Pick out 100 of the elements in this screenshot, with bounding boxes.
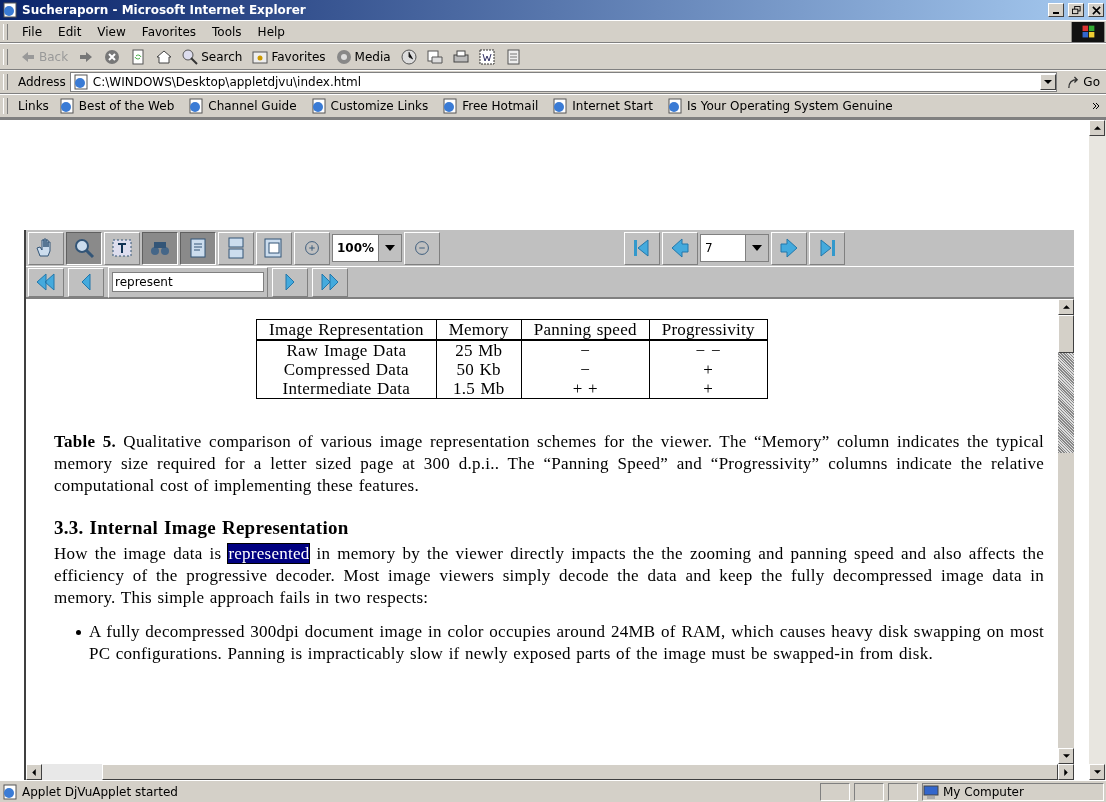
table-cell: − <box>521 360 650 379</box>
stop-icon <box>104 48 121 65</box>
edit-icon <box>478 48 495 65</box>
find-first-button[interactable] <box>28 267 64 297</box>
find-previous-button[interactable] <box>68 267 104 297</box>
home-icon <box>156 48 173 65</box>
page-icon <box>667 98 684 114</box>
zoom-tool-button[interactable] <box>66 231 102 265</box>
menu-item[interactable]: File <box>14 24 51 39</box>
bullet-item: A fully decompressed 300dpi document image in color occupies around 24MB of RAM, which causes heavy disk swapping on most PC configurations. Panning is impracticably slow if newly exposed parts of the image must be swapped-in from disk. <box>89 621 1044 665</box>
last-page-button[interactable] <box>809 231 846 265</box>
table-caption: Table 5. Qualitative comparison of various image representation schemes for the viewer. The “Memory” column indicates the typical memory size required for a letter sized page at 300 d.p.i.. The “Panning Speed” and “Progressivity” columns indicate the relative computational cost of implementing these features. <box>54 431 1044 497</box>
caret-icon <box>385 245 396 251</box>
find-field[interactable]: represent <box>112 272 264 292</box>
link-item[interactable]: Channel Guide <box>188 98 297 114</box>
chevron-icon[interactable] <box>1092 102 1100 110</box>
computer-icon <box>923 783 939 800</box>
address-label: Address <box>18 75 66 89</box>
close-icon <box>1091 5 1101 15</box>
table-cell: Compressed Data <box>256 360 437 379</box>
link-item[interactable]: Internet Start <box>552 98 654 114</box>
zoom-dropdown[interactable]: 100% <box>332 234 403 262</box>
history-icon <box>400 48 417 65</box>
minimize-icon <box>1053 12 1059 14</box>
zoom-icon <box>72 236 96 260</box>
table-cell: 50 Kb <box>436 360 522 379</box>
page-dropdown[interactable]: 7 <box>700 234 770 262</box>
minimize-button[interactable] <box>1048 3 1064 17</box>
menu-item[interactable]: Edit <box>50 24 90 39</box>
search-icon <box>182 48 199 65</box>
zoom-in-button[interactable] <box>294 231 330 265</box>
find-last-button[interactable] <box>312 267 348 297</box>
double-left-arrow-icon <box>34 270 58 294</box>
next-page-button[interactable] <box>771 231 808 265</box>
restore-button[interactable] <box>1068 3 1084 17</box>
down-arrow-icon <box>1093 770 1101 774</box>
text-tool-button[interactable] <box>104 231 140 265</box>
table-cell: − − <box>649 340 768 360</box>
scrollbar-thumb[interactable] <box>102 764 1058 780</box>
link-item[interactable]: Free Hotmail <box>442 98 539 114</box>
print-icon <box>452 48 469 65</box>
menu-item[interactable]: Favorites <box>133 24 205 39</box>
facing-tool-button[interactable] <box>256 231 292 265</box>
column-header: Progressivity <box>649 319 768 340</box>
find-tool-button[interactable] <box>142 231 178 265</box>
window-title: Sucheraporn - Microsoft Internet Explorer <box>22 3 306 17</box>
status-text: Applet DjVuApplet started <box>22 784 178 799</box>
favorites-button[interactable]: Favorites <box>248 47 330 66</box>
find-next-button[interactable] <box>272 267 308 297</box>
link-item[interactable]: Customize Links <box>310 98 429 114</box>
favorites-icon <box>252 48 269 65</box>
status-pane <box>888 782 918 801</box>
link-item[interactable]: Is Your Operating System Genuine <box>667 98 893 114</box>
search-button[interactable]: Search <box>178 47 247 66</box>
go-button[interactable]: Go <box>1061 75 1106 89</box>
page-icon <box>310 98 327 114</box>
scroll-up-button[interactable] <box>1089 120 1105 136</box>
scroll-right-button[interactable] <box>1058 764 1074 780</box>
up-arrow-icon <box>1093 126 1101 130</box>
column-header: Panning speed <box>521 319 650 340</box>
scroll-down-button[interactable] <box>1058 748 1074 764</box>
table-cell: + <box>649 360 768 379</box>
up-arrow-icon <box>1062 305 1070 309</box>
right-arrow-icon <box>1064 768 1068 776</box>
section-heading: 3.3. Internal Image Representation <box>54 517 350 539</box>
table-cell: 25 Mb <box>436 340 522 360</box>
caret-icon <box>1044 80 1053 84</box>
restore-icon <box>1071 5 1081 15</box>
hand-tool-button[interactable] <box>28 231 64 265</box>
previous-page-button[interactable] <box>662 231 699 265</box>
page-tool-button[interactable] <box>180 231 216 265</box>
mail-icon <box>426 48 443 65</box>
column-header: Image Representation <box>256 319 437 340</box>
close-button[interactable] <box>1088 3 1104 17</box>
left-arrow-icon <box>32 768 36 776</box>
table-cell: Raw Image Data <box>256 340 437 360</box>
menu-item[interactable]: View <box>89 24 134 39</box>
menu-item[interactable]: Tools <box>204 24 250 39</box>
media-button[interactable]: Media <box>331 47 395 66</box>
link-item[interactable]: Best of the Web <box>58 98 175 114</box>
address-field[interactable]: C:\WINDOWS\Desktop\appletdjvu\index.html <box>69 72 1058 92</box>
scroll-left-button[interactable] <box>26 764 42 780</box>
scroll-down-button[interactable] <box>1089 764 1105 780</box>
paragraph: How the image data is represented in memory by the viewer directly impacts the the zooming and panning speed and also affects the efficiency of the progressive decoder. Most image viewers simply decode the data and keep the fully decompressed image data in memory. This simple approach fails in two respects: <box>54 543 1044 609</box>
media-icon <box>335 48 352 65</box>
dropdown-button[interactable] <box>1040 74 1057 90</box>
zoom-out-button[interactable] <box>404 231 441 265</box>
table-cell: − <box>521 340 650 360</box>
scroll-up-button[interactable] <box>1058 299 1074 315</box>
first-page-button[interactable] <box>624 231 661 265</box>
page-icon <box>442 98 459 114</box>
continuous-tool-button[interactable] <box>218 231 254 265</box>
down-arrow-icon <box>1062 754 1070 758</box>
column-header: Memory <box>436 319 522 340</box>
refresh-icon <box>130 48 147 65</box>
scrollbar-thumb[interactable] <box>1058 315 1074 353</box>
menu-item[interactable]: Help <box>249 24 293 39</box>
page-icon <box>552 98 569 114</box>
text-icon <box>110 236 134 260</box>
status-pane <box>854 782 884 801</box>
